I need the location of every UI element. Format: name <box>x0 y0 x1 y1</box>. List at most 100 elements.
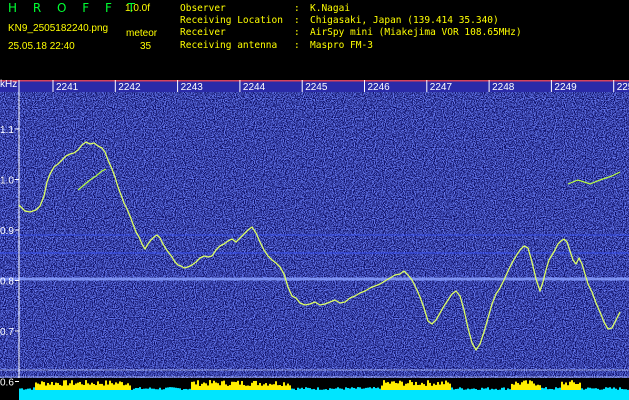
y-tick-label: 0.6 <box>0 378 14 389</box>
signal-level-segment <box>21 388 23 390</box>
signal-level-segment <box>603 388 605 390</box>
signal-level-segment <box>349 388 351 390</box>
signal-level-segment <box>225 384 227 390</box>
signal-level-segment <box>91 382 93 390</box>
signal-level-segment <box>449 383 451 390</box>
signal-level-segment <box>351 387 353 390</box>
signal-level-segment <box>369 387 371 390</box>
signal-level-segment <box>219 385 221 390</box>
signal-level-segment <box>407 383 409 390</box>
signal-level-segment <box>265 383 267 390</box>
signal-level-segment <box>481 387 483 390</box>
signal-level-segment <box>37 383 39 390</box>
signal-level-segment <box>253 381 255 390</box>
signal-level-segment <box>263 384 265 390</box>
signal-level-segment <box>217 383 219 390</box>
signal-level-segment <box>299 388 301 390</box>
waterfall-spectrogram: kHz 1.1 1.0 0.9 0.8 0.7 0.6 2241 2242 2243 2244 2… <box>0 74 629 400</box>
signal-level-segment <box>491 388 493 390</box>
signal-level-segment <box>133 388 135 390</box>
signal-level-segment <box>27 388 29 390</box>
signal-level-segment <box>77 382 79 390</box>
signal-level-segment <box>59 384 61 390</box>
signal-level-segment <box>519 384 521 390</box>
signal-level-segment <box>143 388 145 390</box>
signal-level-segment <box>155 389 157 390</box>
signal-level-segment <box>197 380 199 390</box>
signal-level-segment <box>67 385 69 390</box>
signal-level-segment <box>307 387 309 390</box>
signal-level-segment <box>543 388 545 390</box>
signal-level-segment <box>269 383 271 390</box>
time-label: 2243 <box>181 82 204 93</box>
signal-level-base <box>19 390 629 400</box>
signal-level-segment <box>587 387 589 390</box>
signal-level-segment <box>545 387 547 390</box>
info-location: Receiving Location: Chigasaki, Japan (139… <box>180 15 499 27</box>
signal-level-segment <box>119 381 121 390</box>
signal-level-segment <box>597 388 599 390</box>
signal-level-segment <box>81 384 83 390</box>
signal-level-segment <box>113 384 115 390</box>
signal-level-segment <box>335 388 337 390</box>
signal-level-segment <box>591 388 593 390</box>
signal-level-segment <box>361 388 363 390</box>
signal-level-segment <box>71 380 73 390</box>
signal-level-segment <box>235 382 237 390</box>
info-observer: Observer: K.Nagai <box>180 3 351 14</box>
signal-level-segment <box>313 388 315 390</box>
signal-level-segment <box>63 380 65 390</box>
signal-level-segment <box>405 383 407 390</box>
signal-level-segment <box>429 382 431 390</box>
signal-level-segment <box>569 381 571 390</box>
signal-level-segment <box>417 384 419 390</box>
signal-level-segment <box>439 384 441 390</box>
signal-level-segment <box>573 382 575 390</box>
signal-level-segment <box>395 382 397 390</box>
signal-level-segment <box>359 387 361 390</box>
signal-level-segment <box>97 381 99 390</box>
signal-level-segment <box>593 388 595 390</box>
signal-level-segment <box>393 381 395 390</box>
signal-level-segment <box>423 384 425 390</box>
signal-level-segment <box>521 382 523 390</box>
signal-level-segment <box>555 387 557 390</box>
signal-level-segment <box>619 387 621 390</box>
signal-level-segment <box>129 385 131 390</box>
signal-level-segment <box>459 387 461 390</box>
signal-level-segment <box>531 381 533 390</box>
signal-level-segment <box>595 388 597 390</box>
signal-level-segment <box>229 385 231 390</box>
signal-level-segment <box>415 381 417 390</box>
signal-level-segment <box>581 388 583 390</box>
signal-level-segment <box>41 381 43 390</box>
signal-level-segment <box>249 385 251 390</box>
signal-level-segment <box>367 387 369 390</box>
signal-level-segment <box>283 382 285 390</box>
signal-level-segment <box>309 388 311 390</box>
signal-level-segment <box>501 387 503 390</box>
signal-level-segment <box>615 388 617 390</box>
signal-level-segment <box>339 388 341 390</box>
signal-level-segment <box>575 383 577 390</box>
signal-level-segment <box>399 380 401 390</box>
info-antenna: Receiving antenna: Maspro FM-3 <box>180 39 373 51</box>
signal-level-segment <box>137 388 139 390</box>
signal-level-segment <box>61 385 63 390</box>
signal-level-segment <box>159 387 161 390</box>
signal-level-segment <box>383 380 385 390</box>
signal-level-segment <box>441 381 443 390</box>
signal-level-segment <box>547 389 549 390</box>
signal-level-segment <box>467 388 469 390</box>
signal-level-segment <box>167 387 169 390</box>
time-label: 2241 <box>56 82 79 93</box>
signal-level-segment <box>411 382 413 390</box>
y-tick-label: 0.9 <box>0 226 14 237</box>
signal-level-segment <box>585 388 587 390</box>
signal-level-segment <box>401 381 403 390</box>
signal-level-segment <box>175 387 177 390</box>
signal-level-segment <box>151 388 153 390</box>
signal-level-segment <box>87 383 89 390</box>
signal-level-segment <box>75 383 77 390</box>
signal-level-segment <box>433 383 435 390</box>
